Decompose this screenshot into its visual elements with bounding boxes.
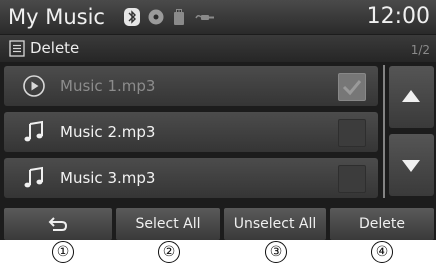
page-indicator: 1/2 (410, 43, 430, 57)
display: My Music 12:00 Delete 1/2 Music 1.mp3 Mu… (0, 0, 436, 240)
music-note-icon (24, 120, 43, 142)
back-button[interactable] (4, 208, 112, 240)
checkmark-icon (342, 80, 362, 96)
list-item-1[interactable]: Music 1.mp3 (4, 66, 378, 106)
triangle-up-icon (402, 90, 420, 102)
app-title: My Music (8, 5, 105, 29)
item-checkbox[interactable] (338, 165, 366, 193)
item-checkbox[interactable] (338, 119, 366, 147)
callout-3: ③ (265, 241, 287, 263)
list-divider (383, 65, 385, 198)
list-item-2[interactable]: Music 2.mp3 (4, 112, 378, 152)
callout-1: ① (52, 241, 74, 263)
callout-4: ④ (371, 241, 393, 263)
select-all-button[interactable]: Select All (116, 208, 220, 240)
list-item-label: Music 2.mp3 (60, 123, 156, 141)
unselect-all-button[interactable]: Unselect All (224, 208, 326, 240)
status-bar: My Music 12:00 (0, 0, 436, 34)
item-checkbox[interactable] (338, 73, 366, 101)
scroll-down-button[interactable] (389, 134, 434, 196)
bluetooth-icon (124, 8, 140, 26)
list-item-label: Music 3.mp3 (60, 169, 156, 187)
music-note-icon (24, 166, 43, 188)
aux-icon (195, 14, 214, 20)
mode-label: Delete (30, 39, 80, 57)
scroll-up-button[interactable] (389, 66, 434, 128)
back-arrow-icon (48, 217, 68, 231)
screen: My Music 12:00 Delete 1/2 Music 1.mp3 Mu… (0, 0, 436, 263)
delete-button[interactable]: Delete (330, 208, 434, 240)
usb-icon (174, 9, 184, 25)
clock: 12:00 (366, 4, 430, 29)
disc-icon (148, 9, 164, 25)
list-icon (9, 40, 25, 57)
list-item-label: Music 1.mp3 (60, 77, 156, 95)
sub-header: Delete 1/2 (0, 35, 436, 62)
callout-2: ② (158, 241, 180, 263)
list-item-3[interactable]: Music 3.mp3 (4, 158, 378, 198)
play-circle-icon (23, 75, 45, 97)
triangle-down-icon (402, 160, 420, 172)
